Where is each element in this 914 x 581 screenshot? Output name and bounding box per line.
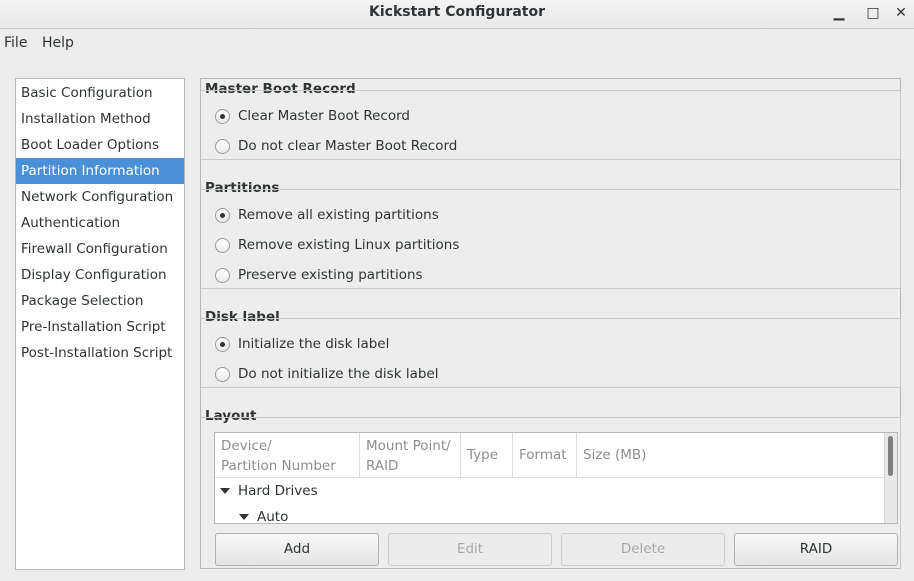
menu-help[interactable]: Help bbox=[42, 35, 74, 51]
tree-row-label: Auto bbox=[257, 509, 289, 524]
sidebar-item-display-configuration[interactable]: Display Configuration bbox=[16, 262, 184, 288]
expander-down-icon[interactable] bbox=[239, 514, 249, 520]
radio-label: Preserve existing partitions bbox=[238, 267, 423, 283]
column-header-type[interactable]: Type bbox=[461, 433, 513, 477]
add-button[interactable]: Add bbox=[215, 533, 379, 566]
maximize-icon[interactable]: □ bbox=[862, 3, 884, 23]
sidebar-item-package-selection[interactable]: Package Selection bbox=[16, 288, 184, 314]
table-scrollbar[interactable] bbox=[884, 433, 897, 523]
expander-down-icon[interactable] bbox=[220, 488, 230, 494]
partition-tree-table[interactable]: Device/ Partition Number Mount Point/ RA… bbox=[214, 432, 898, 524]
sidebar-item-boot-loader-options[interactable]: Boot Loader Options bbox=[16, 132, 184, 158]
radio-label: Remove existing Linux partitions bbox=[238, 237, 460, 253]
title-bar: Kickstart Configurator ▁ □ ✕ bbox=[0, 0, 914, 29]
tree-row-label: Hard Drives bbox=[238, 483, 318, 499]
radio-unselected-icon[interactable] bbox=[215, 238, 230, 253]
column-header-device[interactable]: Device/ Partition Number bbox=[215, 433, 360, 477]
radio-label: Do not initialize the disk label bbox=[238, 366, 439, 382]
sidebar-item-basic-configuration[interactable]: Basic Configuration bbox=[16, 80, 184, 106]
edit-button[interactable]: Edit bbox=[388, 533, 552, 566]
menu-bar: File Help bbox=[0, 29, 914, 57]
minimize-icon[interactable]: ▁ bbox=[828, 3, 850, 23]
radio-label: Remove all existing partitions bbox=[238, 207, 439, 223]
radio-label: Initialize the disk label bbox=[238, 336, 390, 352]
radio-label: Do not clear Master Boot Record bbox=[238, 138, 458, 154]
window-title: Kickstart Configurator bbox=[369, 4, 545, 20]
sidebar-item-network-configuration[interactable]: Network Configuration bbox=[16, 184, 184, 210]
column-header-line: Device/ bbox=[221, 438, 272, 454]
radio-selected-icon[interactable] bbox=[215, 109, 230, 124]
category-list: Basic Configuration Installation Method … bbox=[15, 78, 185, 570]
radio-unselected-icon[interactable] bbox=[215, 268, 230, 283]
delete-button[interactable]: Delete bbox=[561, 533, 725, 566]
sidebar-item-post-installation-script[interactable]: Post-Installation Script bbox=[16, 340, 184, 366]
tree-row-auto[interactable]: Auto bbox=[239, 506, 289, 524]
close-icon[interactable]: ✕ bbox=[890, 3, 912, 23]
sidebar-item-partition-information[interactable]: Partition Information bbox=[16, 158, 184, 184]
radio-selected-icon[interactable] bbox=[215, 337, 230, 352]
header-divider bbox=[215, 477, 897, 478]
tree-row-hard-drives[interactable]: Hard Drives bbox=[220, 480, 318, 502]
raid-button[interactable]: RAID bbox=[734, 533, 898, 566]
column-header-format[interactable]: Format bbox=[513, 433, 577, 477]
column-header-line: RAID bbox=[366, 458, 399, 474]
scrollbar-thumb[interactable] bbox=[888, 436, 893, 476]
column-header-mount-point[interactable]: Mount Point/ RAID bbox=[360, 433, 461, 477]
radio-selected-icon[interactable] bbox=[215, 208, 230, 223]
radio-unselected-icon[interactable] bbox=[215, 139, 230, 154]
sidebar-item-authentication[interactable]: Authentication bbox=[16, 210, 184, 236]
sidebar-item-installation-method[interactable]: Installation Method bbox=[16, 106, 184, 132]
column-header-line: Mount Point/ bbox=[366, 438, 451, 454]
radio-unselected-icon[interactable] bbox=[215, 367, 230, 382]
column-header-line: Partition Number bbox=[221, 458, 336, 474]
radio-label: Clear Master Boot Record bbox=[238, 108, 410, 124]
sidebar-item-pre-installation-script[interactable]: Pre-Installation Script bbox=[16, 314, 184, 340]
column-header-size[interactable]: Size (MB) bbox=[577, 433, 887, 477]
menu-file[interactable]: File bbox=[4, 35, 27, 51]
sidebar-item-firewall-configuration[interactable]: Firewall Configuration bbox=[16, 236, 184, 262]
